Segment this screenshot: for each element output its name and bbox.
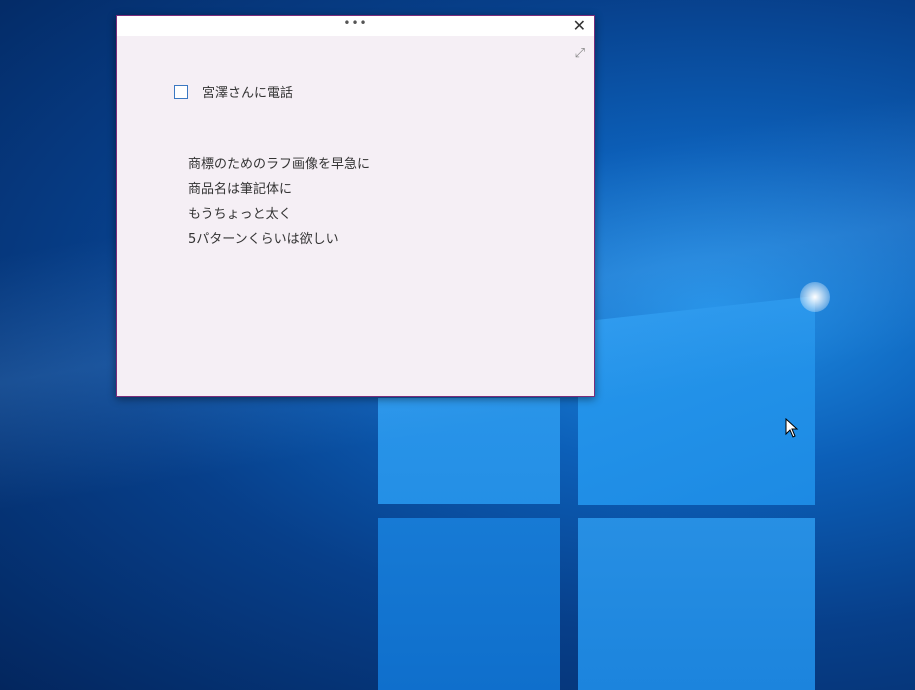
note-line: もうちょっと太く bbox=[188, 207, 292, 222]
title-bar[interactable]: ••• ✕ bbox=[117, 16, 594, 36]
note-line: 商標のためのラフ画像を早急に bbox=[188, 157, 371, 172]
note-line: 5パターンくらいは欲しい bbox=[188, 232, 339, 247]
mouse-cursor-icon bbox=[785, 418, 799, 438]
sticky-note-window[interactable]: ••• ✕ ⤢ 宮澤さんに電話 商標のためのラフ画像を早急に 商品名は筆記体に … bbox=[116, 15, 595, 397]
expand-icon[interactable]: ⤢ bbox=[575, 46, 585, 61]
light-glow bbox=[800, 282, 830, 312]
todo-item: 宮澤さんに電話 bbox=[174, 82, 293, 101]
todo-label[interactable]: 宮澤さんに電話 bbox=[202, 82, 293, 101]
note-body[interactable]: 商標のためのラフ画像を早急に 商品名は筆記体に もうちょっと太く 5パターンくら… bbox=[188, 152, 370, 252]
todo-checkbox[interactable] bbox=[174, 84, 188, 99]
close-icon[interactable]: ✕ bbox=[573, 17, 586, 35]
note-line: 商品名は筆記体に bbox=[188, 182, 293, 197]
more-dots-icon[interactable]: ••• bbox=[343, 16, 367, 30]
